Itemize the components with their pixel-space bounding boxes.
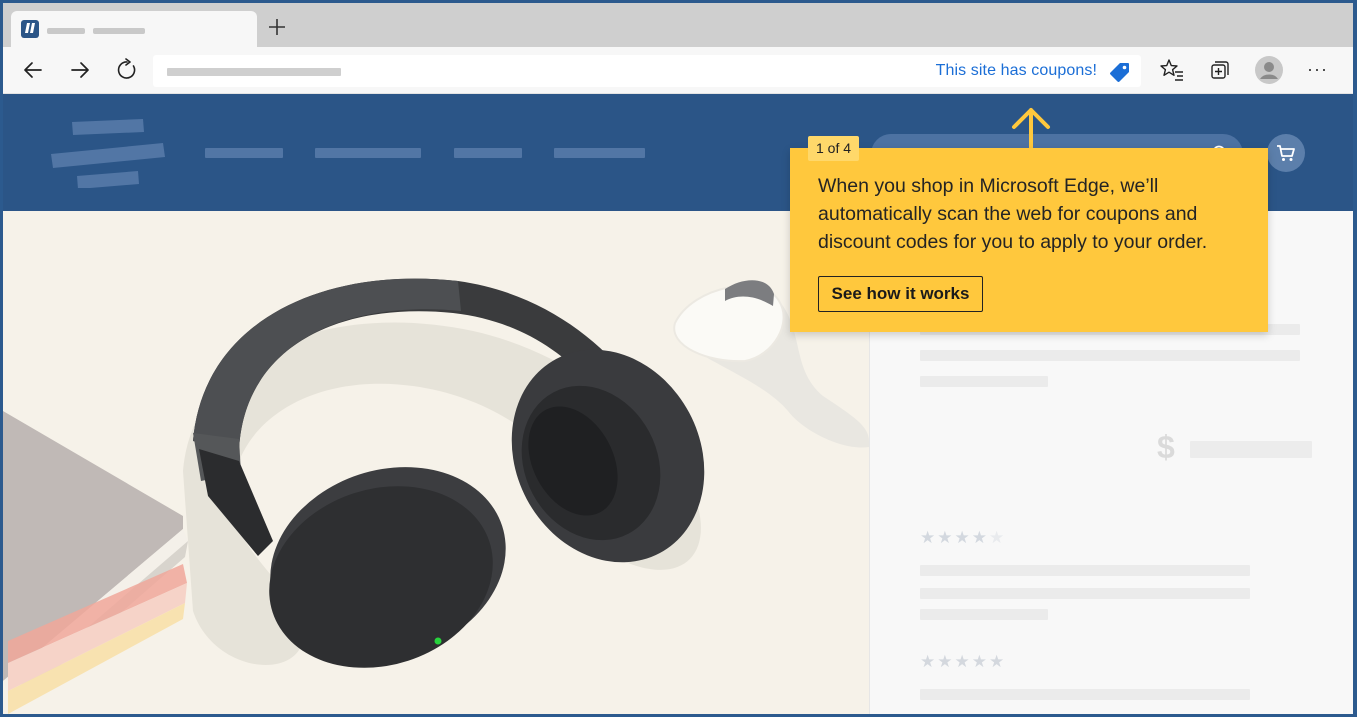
- callout-step-counter: 1 of 4: [808, 136, 860, 161]
- tab-strip: [3, 3, 1353, 47]
- collections-icon[interactable]: [1206, 57, 1232, 83]
- forward-arrow-icon[interactable]: [67, 57, 93, 83]
- tab-active[interactable]: [11, 11, 257, 47]
- refresh-icon[interactable]: [114, 57, 140, 83]
- callout-message: When you shop in Microsoft Edge, we’ll a…: [818, 175, 1208, 253]
- nav-link-placeholder[interactable]: [315, 148, 421, 158]
- new-tab-icon[interactable]: [265, 15, 289, 39]
- review-text-placeholder: [920, 609, 1048, 620]
- site-logo-icon: [51, 119, 165, 188]
- nav-link-placeholder[interactable]: [454, 148, 522, 158]
- review-text-placeholder: [920, 565, 1250, 576]
- shopping-cart-icon: [1277, 145, 1295, 161]
- headphones-illustration: [3, 278, 869, 714]
- tab-title-placeholder: [93, 28, 145, 34]
- browser-toolbar: This site has coupons! ···: [3, 47, 1353, 94]
- back-arrow-icon[interactable]: [20, 57, 46, 83]
- star-rating: ★★★★★: [920, 652, 1007, 671]
- text-placeholder: [920, 350, 1300, 361]
- star-rating: ★★★★★: [920, 528, 1007, 547]
- nav-link-placeholder[interactable]: [205, 148, 283, 158]
- url-placeholder: [167, 68, 341, 76]
- currency-symbol: $: [1157, 429, 1175, 465]
- browser-window: This site has coupons! ··· $ ★★★★★ ★★★★★…: [3, 3, 1353, 714]
- coupon-teaching-callout: When you shop in Microsoft Edge, we’ll a…: [790, 148, 1268, 332]
- text-placeholder: [920, 376, 1048, 387]
- address-bar[interactable]: This site has coupons!: [153, 55, 1141, 87]
- product-hero-image: [3, 211, 869, 714]
- more-options-icon[interactable]: ···: [1307, 59, 1333, 85]
- profile-avatar-icon[interactable]: [1255, 56, 1283, 84]
- favorites-star-icon[interactable]: [1159, 57, 1185, 83]
- see-how-it-works-button[interactable]: See how it works: [818, 276, 983, 312]
- coupon-tag-icon[interactable]: [1109, 61, 1131, 83]
- review-text-placeholder: [920, 588, 1250, 599]
- review-text-placeholder: [920, 689, 1250, 700]
- tab-title-placeholder: [47, 28, 85, 34]
- cart-button[interactable]: [1267, 134, 1305, 172]
- price-placeholder: [1190, 441, 1312, 458]
- coupon-notice[interactable]: This site has coupons!: [936, 62, 1097, 80]
- nav-link-placeholder[interactable]: [554, 148, 645, 158]
- site-favicon-icon: [21, 20, 39, 38]
